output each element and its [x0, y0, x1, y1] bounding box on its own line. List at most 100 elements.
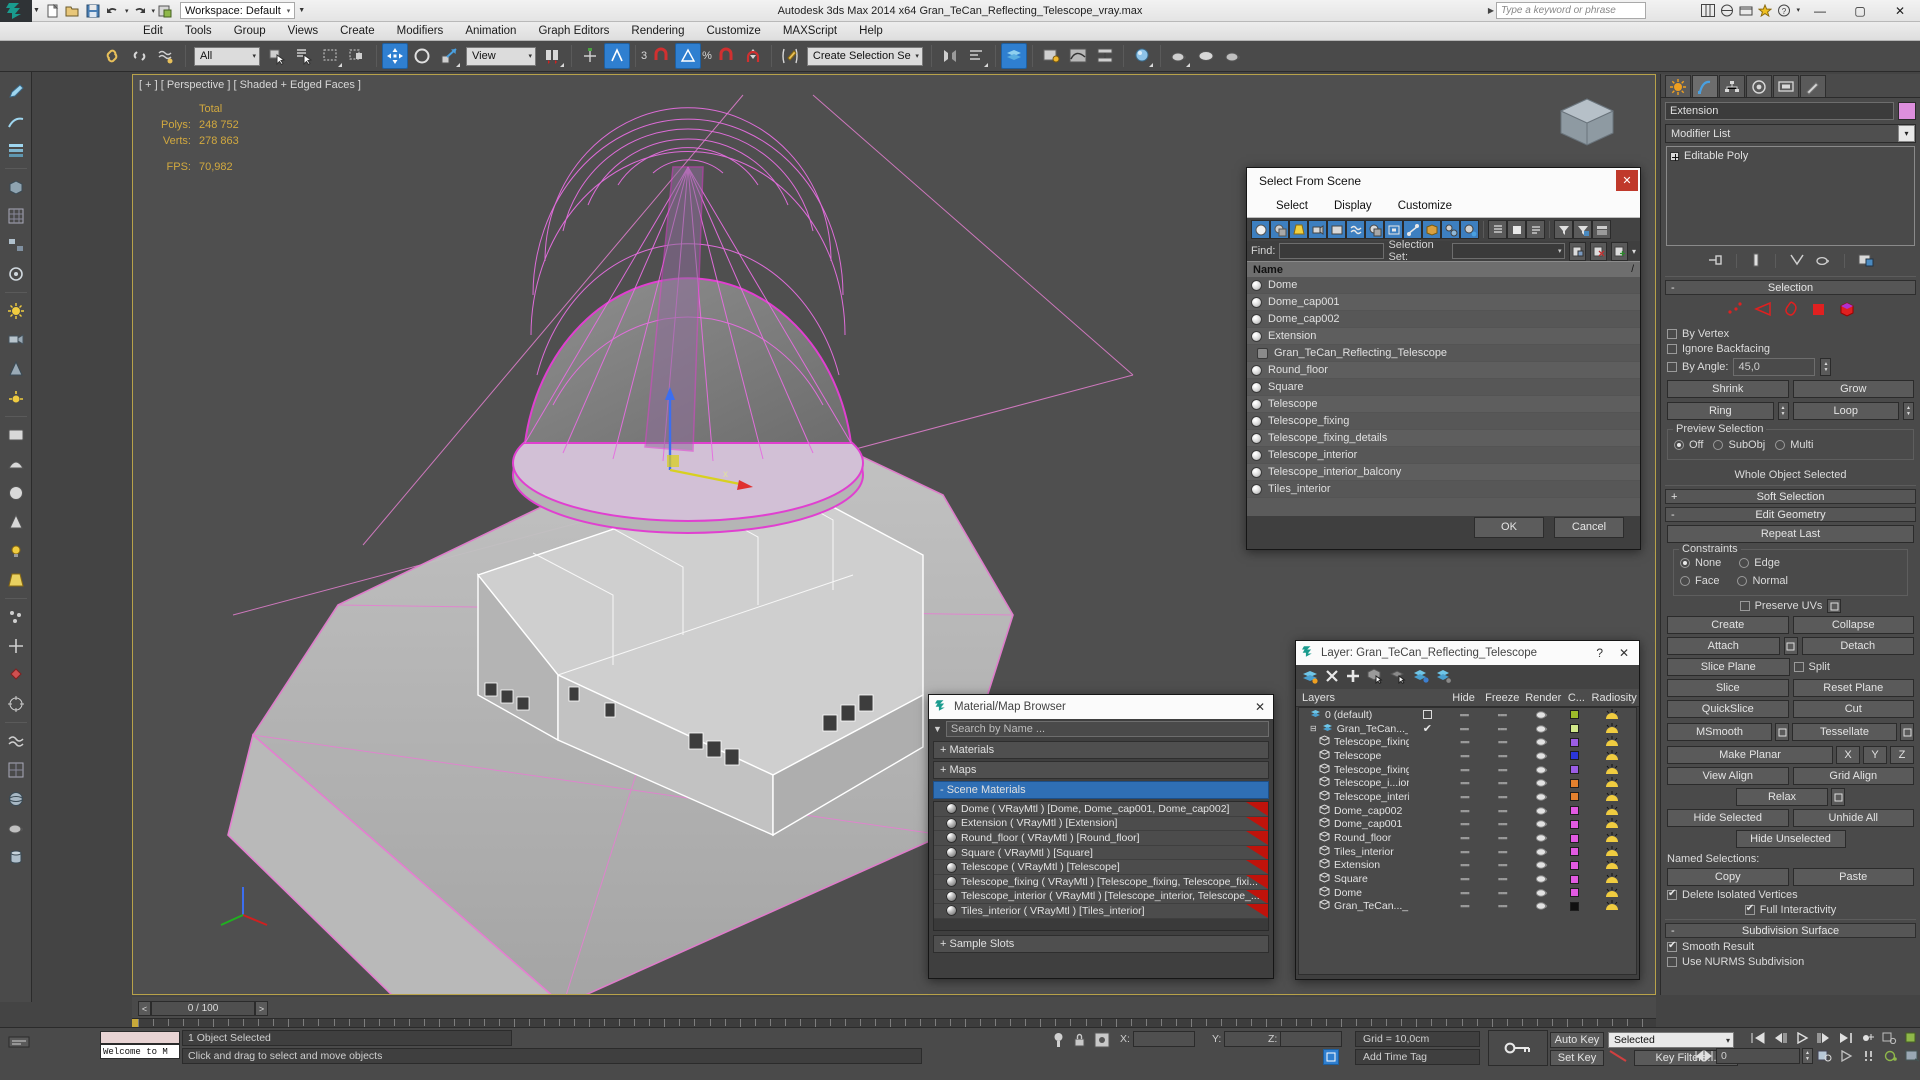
help-icon[interactable]: ?: [1776, 2, 1792, 18]
radiosity-toggle[interactable]: [1587, 749, 1636, 762]
layer-row[interactable]: ⊟ Gran_TeCan..._Tel ✔ ▪▪▪▪▪▪▪▪: [1299, 722, 1636, 736]
hide-toggle[interactable]: ▪▪▪▪: [1447, 860, 1482, 870]
orbit-icon[interactable]: [1881, 1048, 1901, 1064]
x-field[interactable]: [1132, 1031, 1195, 1047]
detach-button[interactable]: Detach: [1801, 637, 1914, 655]
list-item[interactable]: Dome_cap002: [1247, 311, 1640, 328]
reset-plane-button[interactable]: Reset Plane: [1792, 679, 1914, 697]
attach-settings-icon[interactable]: [1783, 637, 1798, 655]
menu-tools[interactable]: Tools: [174, 22, 223, 41]
zoom-extents-all-icon[interactable]: [1880, 1030, 1900, 1046]
named-selection-set-combo[interactable]: Create Selection Se ▾: [806, 46, 923, 66]
constraint-normal-row[interactable]: Normal: [1737, 575, 1788, 587]
make-planar-x-button[interactable]: X: [1836, 746, 1860, 764]
columns-icon[interactable]: [1592, 220, 1611, 239]
display-space-warps-icon[interactable]: [1346, 220, 1365, 239]
layer-color-swatch[interactable]: [1562, 819, 1587, 829]
hide-toggle[interactable]: ▪▪▪▪: [1447, 901, 1482, 911]
freeze-toggle[interactable]: ▪▪▪▪: [1482, 724, 1523, 734]
layer-row[interactable]: Gran_TeCan..._ ▪▪▪▪ ▪▪▪▪: [1299, 899, 1636, 914]
column-color[interactable]: C...: [1564, 692, 1590, 704]
select-and-move-icon[interactable]: [382, 43, 408, 69]
display-groups-icon[interactable]: [1365, 220, 1384, 239]
layer-color-swatch[interactable]: [1562, 860, 1587, 870]
material-editor-icon[interactable]: [1129, 43, 1155, 69]
create-button[interactable]: Create: [1667, 616, 1789, 634]
layer-row[interactable]: Telescope_interi ▪▪▪▪ ▪▪▪▪: [1299, 790, 1636, 804]
layer-row[interactable]: Dome ▪▪▪▪ ▪▪▪▪: [1299, 886, 1636, 900]
go-to-start-icon[interactable]: [1748, 1030, 1768, 1046]
list-item[interactable]: Telescope_fixing_details: [1247, 430, 1640, 447]
preserve-uvs-settings-icon[interactable]: [1827, 599, 1842, 613]
search-input[interactable]: Type a keyword or phrase: [1496, 2, 1646, 19]
select-by-name-icon[interactable]: [291, 43, 317, 69]
cone-primitive-icon[interactable]: [2, 355, 30, 383]
layer-row[interactable]: Telescope ▪▪▪▪ ▪▪▪▪: [1299, 749, 1636, 763]
current-layer-cell[interactable]: ✔: [1408, 722, 1446, 735]
list-item[interactable]: Telescope_fixing ( VRayMtl ) [Telescope_…: [934, 874, 1268, 890]
list-item[interactable]: Tiles_interior ( VRayMtl ) [Tiles_interi…: [934, 904, 1268, 919]
key-navigate-icon[interactable]: [1694, 1048, 1714, 1064]
display-bones-icon[interactable]: [1403, 220, 1422, 239]
layer-row[interactable]: Extension ▪▪▪▪ ▪▪▪▪: [1299, 858, 1636, 873]
freeze-toggle[interactable]: ▪▪▪▪: [1482, 751, 1523, 761]
viewport-label[interactable]: [ + ] [ Perspective ] [ Shaded + Edged F…: [139, 79, 361, 91]
tab-modify[interactable]: [1692, 75, 1718, 97]
slice-button[interactable]: Slice: [1667, 679, 1789, 697]
scene-materials-list[interactable]: Dome ( VRayMtl ) [Dome, Dome_cap001, Dom…: [933, 801, 1269, 931]
camera-icon[interactable]: [2, 326, 30, 354]
ignore-backfacing-row[interactable]: Ignore Backfacing: [1667, 343, 1914, 355]
redo-icon[interactable]: [130, 2, 148, 20]
preview-off-radio-row[interactable]: Off: [1674, 439, 1703, 451]
expand-all-icon[interactable]: [1488, 220, 1507, 239]
auto-key-button[interactable]: Auto Key: [1550, 1032, 1604, 1048]
crosshair-icon[interactable]: [2, 690, 30, 718]
menu-select[interactable]: Select: [1263, 200, 1321, 212]
toggle-scene-explorer-icon[interactable]: [1038, 43, 1064, 69]
unhide-all-button[interactable]: Unhide All: [1792, 809, 1914, 827]
grid-snap-icon[interactable]: [2, 202, 30, 230]
freeze-toggle[interactable]: ▪▪▪▪: [1482, 874, 1523, 884]
select-region-icon[interactable]: [2, 421, 30, 449]
menu-display[interactable]: Display: [1321, 200, 1385, 212]
select-and-rotate-icon[interactable]: [409, 43, 435, 69]
selection-lock-toggle-icon[interactable]: [1052, 1032, 1065, 1051]
grid-object-icon[interactable]: [2, 756, 30, 784]
element-subobject-icon[interactable]: [1838, 301, 1856, 320]
list-item[interactable]: Telescope_interior ( VRayMtl ) [Telescop…: [934, 889, 1268, 905]
render-toggle[interactable]: [1522, 724, 1562, 734]
layer-row[interactable]: 0 (default) ▪▪▪▪ ▪▪▪▪: [1299, 708, 1636, 722]
scene-object-list[interactable]: Dome Dome_cap001 Dome_cap002 Extension G…: [1247, 277, 1640, 516]
undo-icon[interactable]: [104, 2, 122, 20]
render-toggle[interactable]: [1523, 751, 1563, 761]
column-hide[interactable]: Hide: [1446, 692, 1482, 704]
ring-spinner[interactable]: ▲ ▼: [1777, 402, 1789, 420]
filter-dropdown-icon[interactable]: ▼: [933, 724, 942, 734]
arc-shape-icon[interactable]: [2, 450, 30, 478]
search-dropdown-icon[interactable]: ▶: [1488, 6, 1494, 15]
select-highlighted-objects-icon[interactable]: [1389, 668, 1406, 687]
expand-icon[interactable]: ⊟: [1310, 724, 1317, 733]
layer-color-swatch[interactable]: [1562, 778, 1587, 788]
radiosity-toggle[interactable]: [1587, 722, 1636, 735]
tab-display[interactable]: [1773, 75, 1799, 97]
freeze-toggle[interactable]: ▪▪▪▪: [1482, 833, 1523, 843]
layer-color-swatch[interactable]: [1562, 724, 1587, 734]
teapot-primitive-icon[interactable]: [2, 814, 30, 842]
make-planar-button[interactable]: Make Planar: [1667, 746, 1833, 764]
list-item[interactable]: Gran_TeCan_Reflecting_Telescope: [1247, 345, 1640, 362]
polygon-subobject-icon[interactable]: [1810, 301, 1828, 320]
copy-button[interactable]: Copy: [1667, 868, 1789, 886]
ribbon-graphite-icon[interactable]: [2, 136, 30, 164]
layer-row[interactable]: Square ▪▪▪▪ ▪▪▪▪: [1299, 872, 1636, 886]
display-helpers-icon[interactable]: [1327, 220, 1346, 239]
menu-help[interactable]: Help: [848, 22, 894, 41]
display-children-icon[interactable]: [1441, 220, 1460, 239]
use-pivot-point-center-icon[interactable]: [540, 43, 566, 69]
radiosity-toggle[interactable]: [1587, 777, 1636, 789]
create-new-layer-icon[interactable]: [1302, 668, 1318, 687]
by-vertex-row[interactable]: By Vertex: [1667, 328, 1914, 340]
cone-shape-icon[interactable]: [2, 508, 30, 536]
pan-view-icon[interactable]: [1903, 1048, 1920, 1064]
view-align-button[interactable]: View Align: [1667, 767, 1789, 785]
